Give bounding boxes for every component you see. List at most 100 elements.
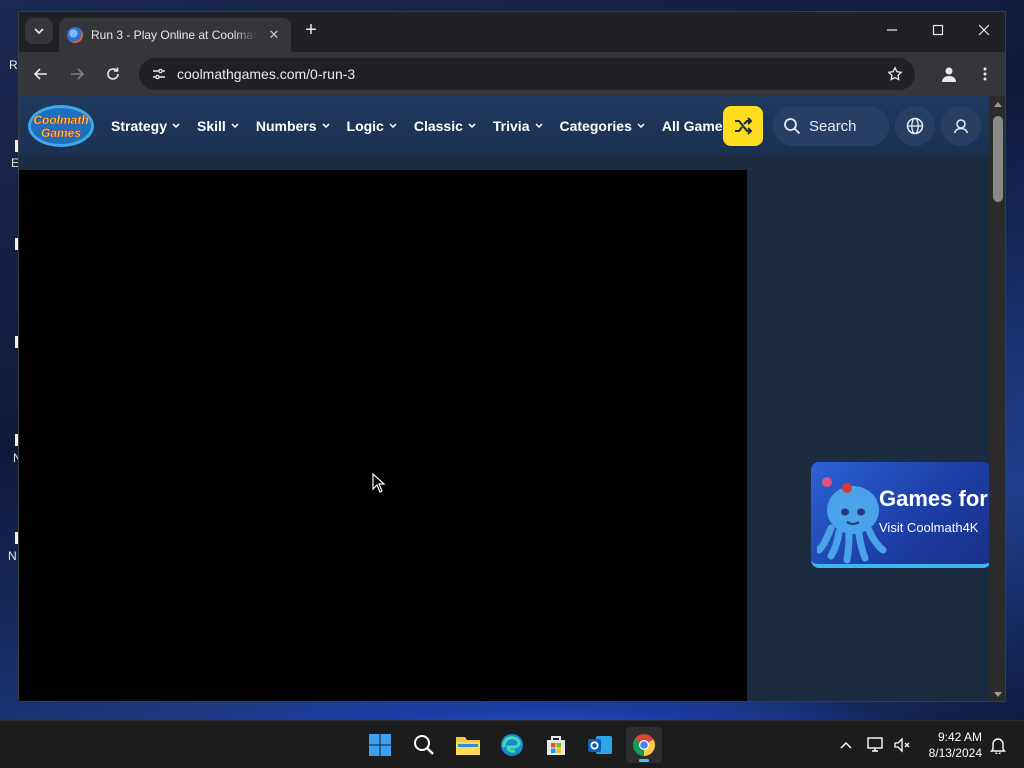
nav-skill[interactable]: Skill	[197, 118, 239, 134]
nav-trivia[interactable]: Trivia	[493, 118, 543, 134]
person-icon	[942, 67, 956, 82]
nav-classic[interactable]: Classic	[414, 118, 476, 134]
coolmath-games-logo[interactable]: Coolmath Games	[27, 104, 95, 148]
reload-button[interactable]	[99, 60, 127, 88]
bookmark-star-icon[interactable]	[887, 66, 903, 82]
network-icon	[867, 737, 883, 752]
maximize-icon	[932, 24, 944, 36]
volume-button[interactable]	[890, 733, 914, 757]
nav-label: Skill	[197, 118, 226, 134]
reload-icon	[107, 67, 119, 80]
nav-categories[interactable]: Categories	[560, 118, 645, 134]
back-button[interactable]	[27, 60, 55, 88]
page-scrollbar[interactable]	[989, 96, 1005, 701]
scroll-down-arrow-icon[interactable]	[989, 687, 1005, 701]
edge-icon	[501, 734, 523, 756]
desktop-icon-label[interactable]: N	[8, 549, 17, 563]
chevron-up-icon	[840, 741, 852, 749]
nav-label: Classic	[413, 118, 463, 134]
nav-all-games[interactable]: All Games	[662, 118, 730, 134]
file-explorer-button[interactable]	[450, 727, 486, 763]
minimize-icon	[887, 29, 897, 31]
language-button[interactable]	[895, 106, 935, 146]
chevron-down-icon	[34, 28, 44, 35]
browser-tab[interactable]: Run 3 - Play Online at Coolmath Games ✕	[59, 18, 291, 52]
tab-strip: Run 3 - Play Online at Coolmath Games ✕ …	[19, 12, 1005, 52]
nav-label: All Games	[661, 118, 731, 134]
close-tab-icon[interactable]: ✕	[265, 27, 283, 43]
coolmath-favicon-icon	[67, 27, 83, 43]
more-vertical-icon	[983, 67, 987, 81]
logo-line1: Coolmath	[33, 113, 88, 127]
show-hidden-icons-button[interactable]	[834, 733, 858, 757]
active-app-indicator	[639, 759, 649, 762]
store-icon	[547, 736, 565, 755]
browser-menu-button[interactable]	[971, 60, 999, 88]
tab-search-button[interactable]	[25, 18, 53, 44]
account-button[interactable]	[941, 106, 981, 146]
chevron-down-icon	[321, 123, 330, 129]
chevron-down-icon	[389, 123, 397, 129]
shuffle-icon	[735, 117, 753, 135]
user-icon	[953, 119, 969, 134]
chrome-icon	[633, 734, 655, 756]
close-window-button[interactable]	[961, 18, 1005, 42]
system-clock[interactable]: 9:42 AM 8/13/2024	[912, 729, 982, 761]
url-text[interactable]: coolmathgames.com/0-run-3	[177, 66, 355, 82]
network-status-button[interactable]	[864, 733, 888, 757]
start-button[interactable]	[362, 727, 398, 763]
nav-logic[interactable]: Logic	[347, 118, 397, 134]
ad-title: Games for	[879, 486, 988, 511]
new-tab-button[interactable]: +	[299, 18, 323, 42]
scroll-up-arrow-icon[interactable]	[989, 96, 1005, 112]
address-bar[interactable]: coolmathgames.com/0-run-3	[139, 58, 915, 90]
chevron-down-icon	[534, 123, 543, 129]
chrome-button[interactable]	[626, 727, 662, 763]
web-page: Coolmath Games Strategy Skill Numbers Lo…	[19, 96, 989, 701]
nav-label: Numbers	[255, 118, 317, 134]
nav-label: Categories	[559, 118, 632, 134]
nav-strategy[interactable]: Strategy	[111, 118, 180, 134]
speaker-muted-icon	[894, 737, 910, 753]
desktop-icon-label[interactable]: R	[9, 58, 18, 72]
forward-button[interactable]	[63, 60, 91, 88]
browser-window: Run 3 - Play Online at Coolmath Games ✕ …	[18, 11, 1006, 702]
search-label: Search	[809, 117, 857, 135]
chevron-down-icon	[231, 123, 239, 129]
logo-line2: Games	[41, 126, 81, 140]
tab-title: Run 3 - Play Online at Coolmath Games	[91, 28, 257, 42]
random-game-button[interactable]	[723, 106, 763, 146]
maximize-button[interactable]	[915, 18, 961, 42]
taskbar: 9:42 AM 8/13/2024	[0, 720, 1024, 768]
game-canvas[interactable]	[19, 170, 747, 701]
close-icon	[978, 24, 990, 36]
taskbar-search-button[interactable]	[406, 727, 442, 763]
chevron-down-icon	[637, 123, 645, 129]
notifications-button[interactable]	[986, 733, 1010, 757]
chevron-down-icon	[468, 123, 476, 129]
store-button[interactable]	[538, 727, 574, 763]
search-icon	[414, 735, 434, 755]
mouse-pointer-icon	[372, 473, 386, 493]
nav-label: Strategy	[111, 118, 168, 134]
nav-label: Trivia	[492, 118, 530, 134]
site-header: Coolmath Games Strategy Skill Numbers Lo…	[19, 96, 989, 156]
bell-icon	[990, 738, 1006, 754]
clock-time: 9:42 AM	[937, 730, 982, 744]
site-search-button[interactable]: Search	[773, 106, 889, 146]
site-settings-icon[interactable]	[151, 66, 167, 82]
nav-numbers[interactable]: Numbers	[256, 118, 330, 134]
coolmath4kids-ad-banner[interactable]: Games for Visit Coolmath4K	[811, 462, 989, 568]
scroll-thumb[interactable]	[993, 116, 1003, 202]
edge-button[interactable]	[494, 727, 530, 763]
minimize-button[interactable]	[869, 18, 915, 42]
arrow-left-icon	[33, 68, 47, 80]
profile-button[interactable]	[935, 60, 963, 88]
search-icon	[784, 118, 801, 135]
arrow-right-icon	[71, 68, 85, 80]
outlook-button[interactable]	[582, 727, 618, 763]
nav-label: Logic	[346, 118, 384, 134]
outlook-icon	[588, 736, 612, 754]
chevron-down-icon	[172, 123, 180, 129]
start-icon	[369, 734, 391, 756]
